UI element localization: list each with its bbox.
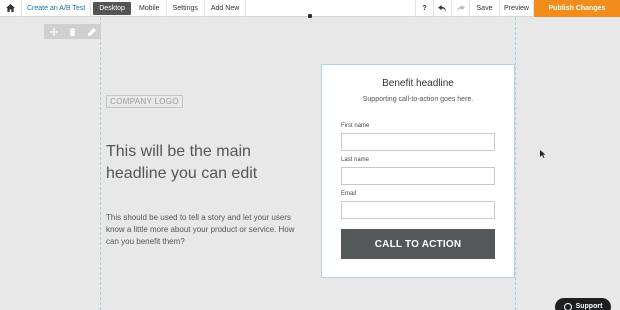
create-ab-test-link[interactable]: Create an A/B Test (22, 0, 92, 17)
right-guide-line (515, 17, 516, 310)
body-copy[interactable]: This should be used to tell a story and … (106, 212, 300, 248)
delete-section-button[interactable] (67, 26, 79, 38)
home-icon (6, 4, 15, 12)
chat-bubble-icon (563, 303, 572, 310)
add-new-button[interactable]: Add New (205, 0, 247, 17)
last-name-label: Last name (341, 157, 370, 163)
move-section-button[interactable] (48, 26, 60, 38)
pencil-icon (87, 27, 96, 36)
main-headline[interactable]: This will be the main headline you can e… (106, 141, 306, 185)
toolbar-spacer (246, 0, 416, 17)
support-button[interactable]: Support (555, 298, 611, 310)
desktop-tab[interactable]: Desktop (93, 1, 131, 15)
settings-button[interactable]: Settings (167, 0, 205, 17)
first-name-field[interactable] (341, 133, 495, 151)
form-subtitle[interactable]: Supporting call-to-action goes here. (322, 96, 514, 103)
undo-button[interactable] (434, 0, 452, 17)
email-field[interactable] (341, 201, 495, 219)
section-toolbar (44, 24, 101, 39)
redo-button[interactable] (452, 0, 470, 17)
home-button[interactable] (0, 0, 22, 17)
redo-icon (457, 4, 465, 12)
move-icon (49, 27, 58, 36)
last-name-field[interactable] (341, 167, 495, 185)
edit-section-button[interactable] (86, 26, 98, 38)
publish-changes-button[interactable]: Publish Changes (534, 0, 620, 17)
help-button[interactable]: ? (416, 0, 434, 17)
left-guide-line (100, 17, 101, 310)
email-label: Email (341, 191, 357, 197)
first-name-label: First name (341, 123, 370, 129)
save-button[interactable]: Save (470, 0, 500, 17)
call-to-action-button[interactable]: CALL TO ACTION (341, 229, 495, 259)
section-caret (308, 14, 312, 18)
mobile-tab[interactable]: Mobile (133, 0, 167, 17)
signup-form: Benefit headline Supporting call-to-acti… (321, 64, 515, 278)
company-logo-placeholder[interactable]: COMPANY LOGO (106, 95, 183, 108)
preview-button[interactable]: Preview (500, 0, 534, 17)
form-title[interactable]: Benefit headline (322, 78, 514, 89)
undo-icon (438, 4, 446, 12)
support-label: Support (575, 303, 603, 310)
mouse-cursor-icon (540, 150, 546, 158)
trash-icon (69, 27, 76, 36)
